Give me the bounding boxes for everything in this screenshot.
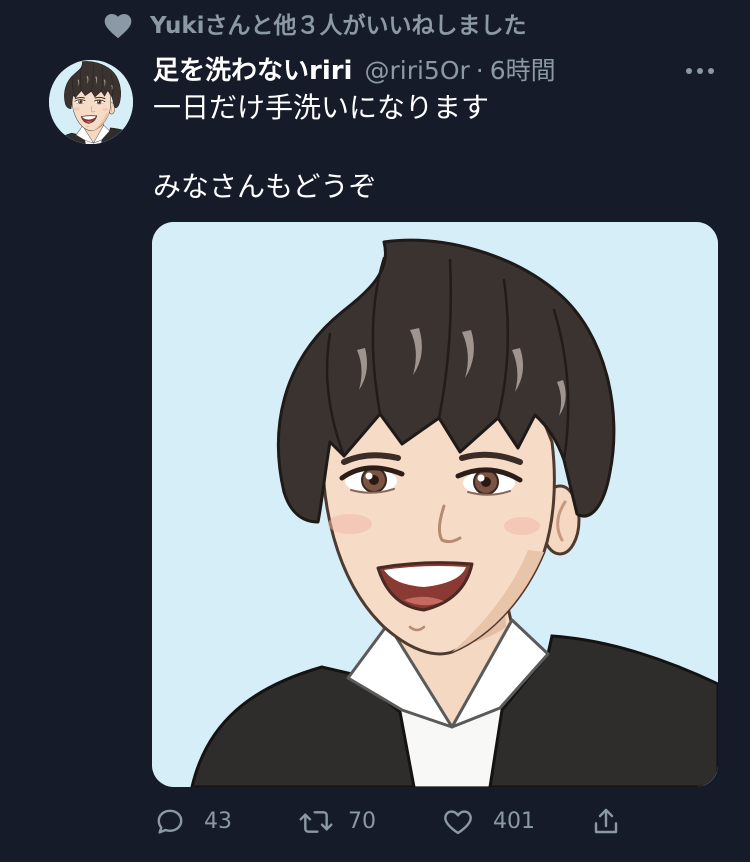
more-horizontal-icon bbox=[686, 68, 714, 74]
heart-outline-icon bbox=[444, 810, 472, 835]
like-count: 401 bbox=[493, 809, 535, 834]
dot bbox=[686, 68, 692, 74]
like-button[interactable] bbox=[442, 806, 474, 838]
tweet-image[interactable] bbox=[152, 222, 718, 787]
header-separator: · bbox=[475, 56, 484, 85]
avatar[interactable] bbox=[49, 60, 133, 144]
timestamp[interactable]: 6時間 bbox=[490, 56, 556, 85]
share-button[interactable] bbox=[590, 806, 622, 838]
reply-bubble bbox=[157, 809, 183, 834]
heart-outline bbox=[444, 810, 472, 835]
tweet-image-illustration bbox=[152, 222, 718, 787]
tweet-text-line: 一日だけ手洗いになります bbox=[153, 91, 490, 124]
heart-filled-icon-svg bbox=[104, 14, 132, 39]
author-name[interactable]: 足を洗わないriri bbox=[153, 56, 352, 86]
reply-icon bbox=[157, 809, 183, 834]
tweet-screen: Yukiさんと他３人がいいねしました 足を洗わないriri @riri5Or · 6時… bbox=[0, 0, 750, 862]
reply-button[interactable] bbox=[154, 806, 186, 838]
dot bbox=[697, 68, 703, 74]
heart-filled-icon bbox=[101, 10, 135, 42]
reply-count: 43 bbox=[204, 809, 232, 834]
avatar-image bbox=[49, 60, 133, 144]
tweet-header: 足を洗わないriri @riri5Or · 6時間 bbox=[153, 51, 556, 91]
share-icon bbox=[594, 808, 618, 834]
retweet-count: 70 bbox=[348, 809, 376, 834]
retweet-icon bbox=[299, 811, 333, 833]
more-options-button[interactable] bbox=[684, 65, 716, 77]
author-handle[interactable]: @riri5Or bbox=[364, 56, 469, 85]
tweet-text-line: みなさんもどうぞ bbox=[153, 170, 377, 203]
liked-by-text[interactable]: Yukiさんと他３人がいいねしました bbox=[150, 8, 527, 44]
heart-shape bbox=[104, 14, 132, 39]
retweet-button[interactable] bbox=[297, 806, 335, 838]
dot bbox=[708, 68, 714, 74]
